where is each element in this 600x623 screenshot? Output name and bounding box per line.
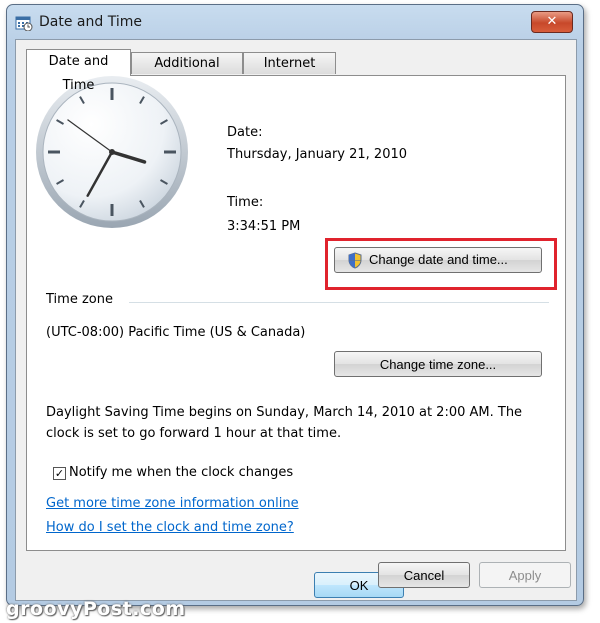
date-value: Thursday, January 21, 2010 [227,147,408,162]
tab-date-and-time[interactable]: Date and Time [26,49,131,93]
time-zone-value: (UTC-08:00) Pacific Time (US & Canada) [46,325,306,340]
time-value: 3:34:51 PM [227,219,301,234]
apply-button[interactable]: Apply [479,562,571,588]
uac-shield-icon [348,252,362,269]
notify-label[interactable]: Notify me when the clock changes [69,465,293,480]
cancel-button[interactable]: Cancel [378,562,470,588]
check-icon: ✓ [54,467,65,480]
tab-internet-time[interactable]: Internet Time [243,52,336,93]
close-icon: ✕ [546,14,558,29]
dst-text-line2: clock is set to go forward 1 hour at tha… [46,426,342,441]
notify-checkbox[interactable]: ✓ [53,467,66,480]
date-time-dialog: Date and Time ✕ Date and Time Additional… [6,4,584,606]
title-bar[interactable]: Date and Time ✕ [7,5,583,41]
change-date-time-button[interactable]: Change date and time... [334,247,542,273]
more-time-zone-info-link[interactable]: Get more time zone information online [46,496,299,511]
time-zone-label: Time zone [46,292,113,307]
analog-clock [36,76,188,228]
dst-text-line1: Daylight Saving Time begins on Sunday, M… [46,405,523,420]
change-date-time-label: Change date and time... [369,252,508,267]
change-time-zone-button[interactable]: Change time zone... [334,351,542,377]
window-title: Date and Time [39,14,142,30]
close-button[interactable]: ✕ [531,11,573,33]
tab-additional-clocks[interactable]: Additional Clocks [131,52,243,93]
calendar-clock-icon [15,16,33,31]
how-to-set-clock-link[interactable]: How do I set the clock and time zone? [46,520,294,535]
date-label: Date: [227,125,263,140]
time-zone-divider [129,302,549,303]
time-label: Time: [227,195,264,210]
watermark-text: groovyPost.com [6,598,186,620]
clock-center [109,149,115,155]
